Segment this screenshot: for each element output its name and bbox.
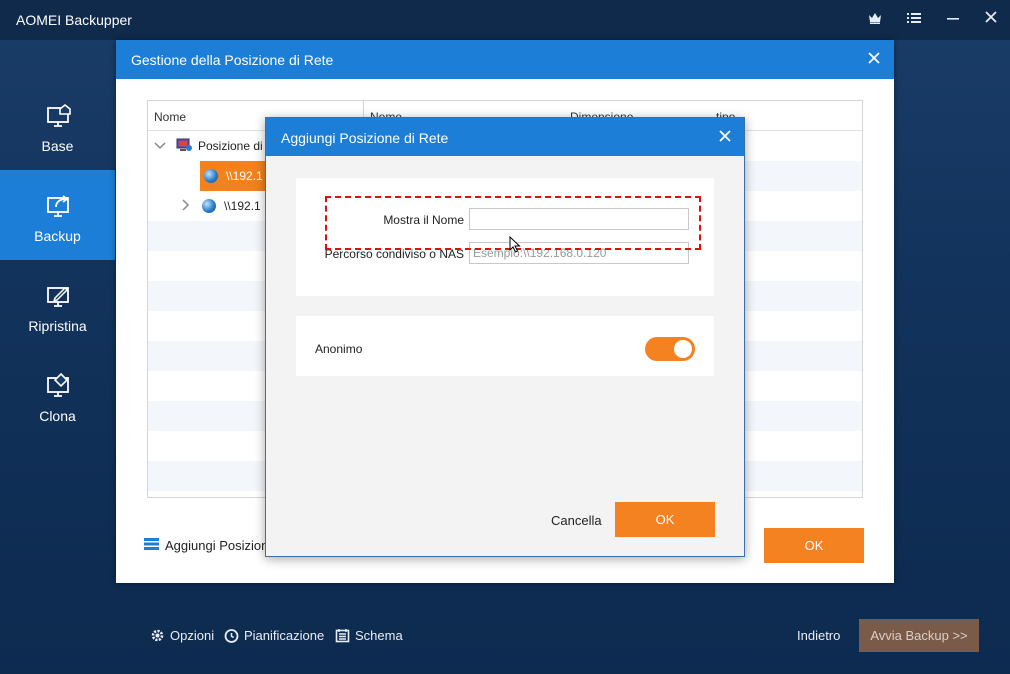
sidebar-item-backup[interactable]: Backup	[0, 170, 115, 260]
scheme-icon	[335, 628, 350, 643]
globe-icon	[202, 199, 216, 213]
close-icon[interactable]	[978, 8, 1004, 32]
add-network-location-dialog: Aggiungi Posizione di Rete Mostra il Nom…	[265, 117, 745, 557]
sidebar-item-label: Clona	[39, 408, 76, 424]
schedule-label: Pianificazione	[244, 628, 325, 643]
dialog-title: Gestione della Posizione di Rete	[131, 52, 334, 68]
tree-item-label: \\192.1	[224, 199, 261, 213]
close-icon[interactable]	[864, 49, 884, 69]
backup-monitor-icon	[46, 192, 72, 218]
scheme-button[interactable]: Schema	[335, 628, 403, 643]
gear-icon	[150, 628, 165, 643]
list-add-icon	[144, 538, 159, 553]
back-button[interactable]: Indietro	[797, 628, 840, 643]
schedule-button[interactable]: Pianificazione	[224, 628, 324, 643]
chevron-down-icon[interactable]	[154, 139, 168, 153]
tree-item-label: \\192.1	[226, 169, 263, 183]
options-button[interactable]: Opzioni	[150, 628, 214, 643]
manager-ok-button[interactable]: OK	[764, 528, 864, 563]
restore-icon	[46, 282, 72, 308]
clone-icon	[46, 372, 72, 398]
title-bar: AOMEI Backupper	[0, 0, 1010, 40]
cancel-button[interactable]: Cancella	[551, 513, 602, 528]
sidebar-item-label: Backup	[34, 228, 81, 244]
bottom-bar: Opzioni Pianificazione Schema Indietro A…	[115, 610, 1010, 660]
start-backup-button[interactable]: Avvia Backup >>	[859, 619, 979, 652]
chevron-right-icon[interactable]	[182, 198, 192, 214]
dialog-title: Aggiungi Posizione di Rete	[281, 130, 449, 146]
sidebar-item-ripristina[interactable]: Ripristina	[0, 260, 115, 350]
anonymous-label: Anonimo	[315, 342, 363, 356]
crown-icon[interactable]	[862, 8, 888, 32]
anonymous-toggle[interactable]	[645, 337, 695, 361]
sidebar-item-label: Ripristina	[28, 318, 87, 334]
sidebar-item-clona[interactable]: Clona	[0, 350, 115, 440]
tree-header-name: Nome	[154, 110, 187, 124]
app-title: AOMEI Backupper	[16, 12, 132, 28]
add-location-label: Aggiungi Posizione	[165, 538, 276, 553]
menu-icon[interactable]	[901, 8, 927, 32]
anonymous-panel: Anonimo	[296, 316, 714, 376]
dialog-header: Gestione della Posizione di Rete	[116, 40, 894, 79]
ok-button[interactable]: OK	[615, 502, 715, 537]
clock-icon	[224, 628, 239, 643]
options-label: Opzioni	[170, 628, 215, 643]
add-location-button[interactable]: Aggiungi Posizione	[144, 538, 276, 553]
scheme-label: Schema	[355, 628, 403, 643]
toggle-knob	[674, 340, 692, 358]
dialog-header: Aggiungi Posizione di Rete	[266, 118, 744, 156]
minimize-icon[interactable]	[940, 8, 966, 32]
sidebar: Base Backup Ripristina Clona	[0, 80, 115, 440]
network-location-icon	[176, 138, 192, 155]
sidebar-item-base[interactable]: Base	[0, 80, 115, 170]
home-monitor-icon	[46, 102, 72, 128]
tree-item-label: Posizione di	[198, 139, 263, 153]
globe-icon	[204, 169, 218, 183]
sidebar-item-label: Base	[41, 138, 74, 154]
close-icon[interactable]	[715, 127, 735, 147]
